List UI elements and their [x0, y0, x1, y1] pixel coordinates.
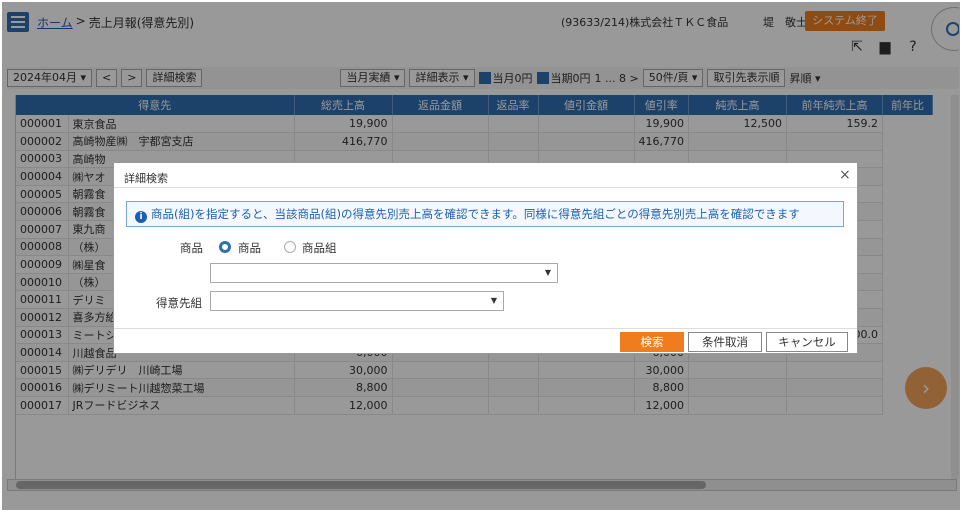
app-frame: ホーム > 売上月報(得意先別) (93633/214)株式会社ＴＫＣ食品 堤 …	[2, 2, 960, 510]
cancel-button[interactable]: キャンセル	[766, 332, 848, 352]
item-select[interactable]: ▼	[210, 263, 558, 283]
info-icon: i	[135, 211, 147, 223]
customer-group-label: 得意先組	[156, 296, 202, 310]
divider	[114, 328, 857, 329]
radio-item-label: 商品	[238, 241, 261, 255]
dropdown-arrow-icon: ▼	[544, 268, 551, 277]
radio-item[interactable]	[219, 241, 231, 253]
modal-title: 詳細検索	[124, 172, 168, 185]
clear-conditions-button[interactable]: 条件取消	[688, 332, 762, 352]
info-text: 商品(組)を指定すると、当該商品(組)の得意先別売上高を確認できます。同様に得意…	[151, 207, 800, 221]
radio-item-group-label: 商品組	[302, 241, 337, 255]
dropdown-arrow-icon: ▼	[490, 296, 497, 305]
close-icon[interactable]: ×	[839, 167, 851, 183]
customer-group-select[interactable]: ▼	[210, 291, 504, 311]
info-message: i 商品(組)を指定すると、当該商品(組)の得意先別売上高を確認できます。同様に得…	[126, 201, 844, 227]
detail-search-modal: 詳細検索 × i 商品(組)を指定すると、当該商品(組)の得意先別売上高を確認でき…	[113, 162, 858, 354]
search-button[interactable]: 検索	[620, 332, 684, 352]
radio-item-group[interactable]	[284, 241, 296, 253]
item-label: 商品	[180, 241, 203, 255]
divider	[114, 187, 857, 188]
